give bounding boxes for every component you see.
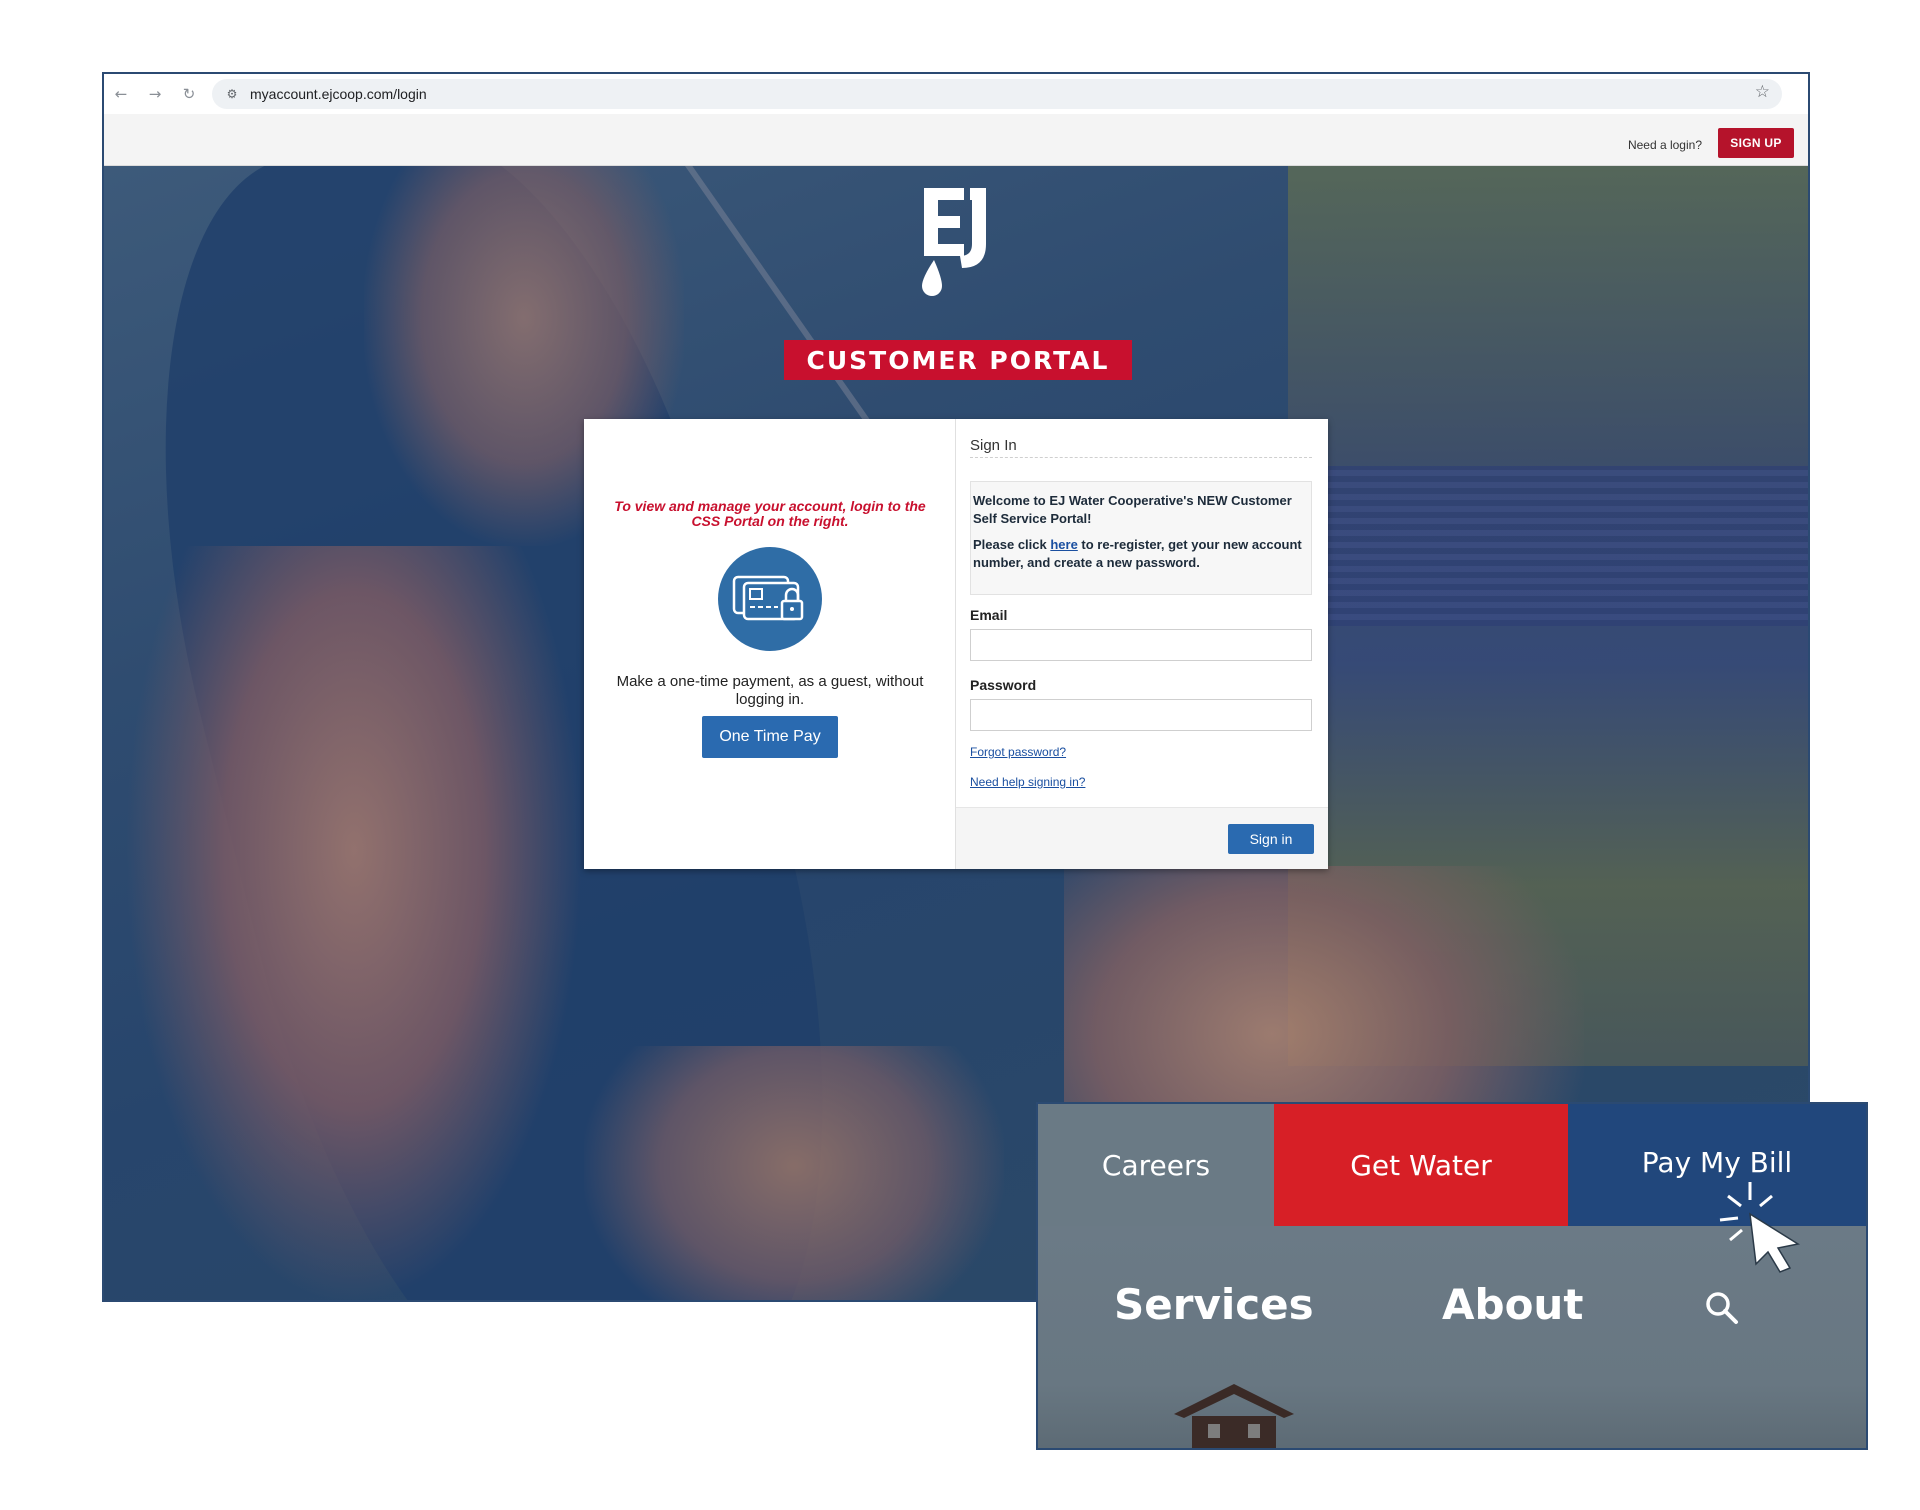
email-label: Email — [970, 607, 1008, 623]
stage: ← → ↻ ⚙ myaccount.ejcoop.com/login ☆ Nee… — [0, 0, 1920, 1510]
customer-portal-banner: CUSTOMER PORTAL — [784, 340, 1132, 380]
instructions: Please click here to re-register, get yo… — [973, 536, 1309, 572]
browser-toolbar: ← → ↻ ⚙ myaccount.ejcoop.com/login ☆ — [104, 74, 1808, 114]
search-icon[interactable] — [1702, 1288, 1742, 1328]
site-settings-icon[interactable]: ⚙ — [222, 84, 242, 104]
guest-panel: To view and manage your account, login t… — [584, 419, 956, 869]
click-cursor-icon — [1719, 1182, 1800, 1273]
site-header: Need a login? SIGN UP — [104, 114, 1808, 166]
sign-in-footer: Sign in — [956, 807, 1328, 869]
guest-description: Make a one-time payment, as a guest, wit… — [616, 673, 924, 708]
login-card: To view and manage your account, login t… — [584, 419, 1328, 869]
guest-note: To view and manage your account, login t… — [614, 498, 926, 529]
re-register-link[interactable]: here — [1050, 537, 1077, 552]
trees-shape — [584, 1046, 1004, 1300]
forward-arrow-icon[interactable]: → — [138, 74, 172, 114]
building-roof-image — [1174, 1384, 1294, 1448]
back-arrow-icon[interactable]: ← — [104, 74, 138, 114]
site-nav-inset: Careers Get Water Pay My Bill Services A… — [1036, 1102, 1868, 1450]
trees-shape — [124, 546, 584, 1300]
url-text[interactable]: myaccount.ejcoop.com/login — [250, 86, 427, 102]
star-icon[interactable]: ☆ — [1755, 82, 1770, 102]
password-label: Password — [970, 677, 1037, 693]
reload-icon[interactable]: ↻ — [172, 74, 206, 114]
nav-get-water[interactable]: Get Water — [1274, 1104, 1568, 1226]
need-login-text: Need a login? — [1627, 138, 1702, 152]
welcome-message: Welcome to EJ Water Cooperative's NEW Cu… — [970, 481, 1312, 595]
field-rows-shape — [1288, 466, 1808, 626]
nav-services[interactable]: Services — [1114, 1280, 1314, 1329]
instructions-before: Please click — [973, 537, 1051, 552]
email-field[interactable] — [970, 629, 1312, 661]
address-bar[interactable]: ⚙ myaccount.ejcoop.com/login ☆ — [212, 79, 1782, 109]
ej-logo — [922, 188, 986, 296]
password-field[interactable] — [970, 699, 1312, 731]
nav-about[interactable]: About — [1442, 1280, 1583, 1329]
sign-up-button[interactable]: SIGN UP — [1718, 128, 1794, 158]
credit-card-lock-icon — [718, 547, 822, 651]
need-help-link[interactable]: Need help signing in? — [970, 775, 1085, 789]
one-time-pay-button[interactable]: One Time Pay — [702, 716, 838, 758]
welcome-line: Welcome to EJ Water Cooperative's NEW Cu… — [973, 493, 1292, 526]
sign-in-button[interactable]: Sign in — [1228, 824, 1314, 854]
sign-in-title: Sign In — [970, 437, 1017, 454]
nav-careers[interactable]: Careers — [1038, 1104, 1274, 1226]
forgot-password-link[interactable]: Forgot password? — [970, 745, 1066, 759]
sign-in-panel: Sign In Welcome to EJ Water Cooperative'… — [956, 419, 1328, 869]
divider — [970, 457, 1312, 458]
